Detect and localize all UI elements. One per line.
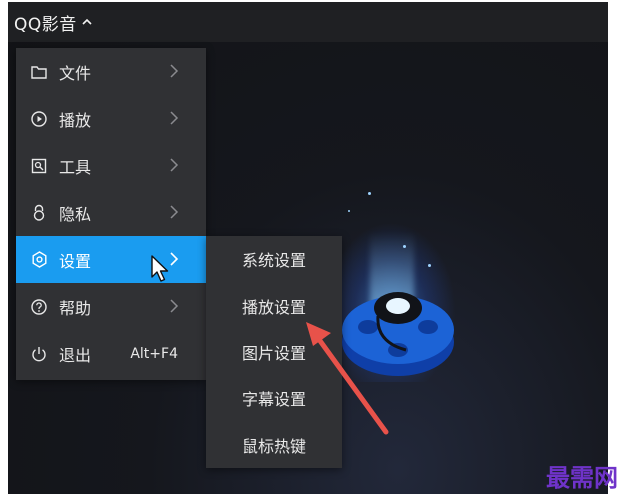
menu-item-label: 工具	[59, 157, 92, 177]
menu-item-label: 播放	[59, 110, 92, 130]
app-title-button[interactable]: QQ影音	[14, 10, 77, 35]
menu-item-tools[interactable]: 工具	[16, 142, 206, 189]
title-bar: QQ影音	[8, 2, 608, 42]
main-menu: 文件 播放 工具 隐私 设置 帮助 退出 Alt+F4	[16, 48, 206, 380]
play-circle-icon	[30, 110, 48, 128]
chevron-right-icon	[170, 111, 179, 125]
sparkle-icon	[403, 245, 406, 248]
menu-item-privacy[interactable]: 隐私	[16, 189, 206, 236]
menu-item-play[interactable]: 播放	[16, 95, 206, 142]
caret-up-icon[interactable]	[81, 17, 93, 27]
chevron-right-icon	[170, 158, 179, 172]
watermark: 最需网	[546, 463, 618, 492]
menu-item-label: 文件	[59, 63, 92, 83]
lock-icon	[30, 204, 48, 222]
submenu-item-system-settings[interactable]: 系统设置	[206, 236, 342, 282]
power-icon	[30, 345, 48, 363]
mouse-pointer-icon	[151, 255, 169, 282]
menu-item-label: 隐私	[59, 204, 92, 224]
folder-icon	[30, 63, 48, 81]
chevron-right-icon	[170, 205, 179, 219]
menu-item-file[interactable]: 文件	[16, 48, 206, 95]
annotation-arrow-icon	[306, 322, 389, 435]
shortcut-hint: Alt+F4	[130, 345, 178, 362]
menu-item-help[interactable]: 帮助	[16, 283, 206, 330]
sparkle-icon	[348, 210, 350, 212]
chevron-right-icon	[170, 64, 179, 78]
menu-item-label: 帮助	[59, 298, 92, 318]
menu-item-label: 设置	[59, 251, 92, 271]
menu-item-settings[interactable]: 设置	[16, 236, 206, 283]
sparkle-icon	[428, 264, 431, 267]
gear-icon	[30, 251, 48, 269]
help-circle-icon	[30, 298, 48, 316]
chevron-right-icon	[170, 299, 179, 313]
menu-item-exit[interactable]: 退出 Alt+F4	[16, 330, 206, 377]
sparkle-icon	[368, 192, 371, 195]
tools-icon	[30, 157, 48, 175]
